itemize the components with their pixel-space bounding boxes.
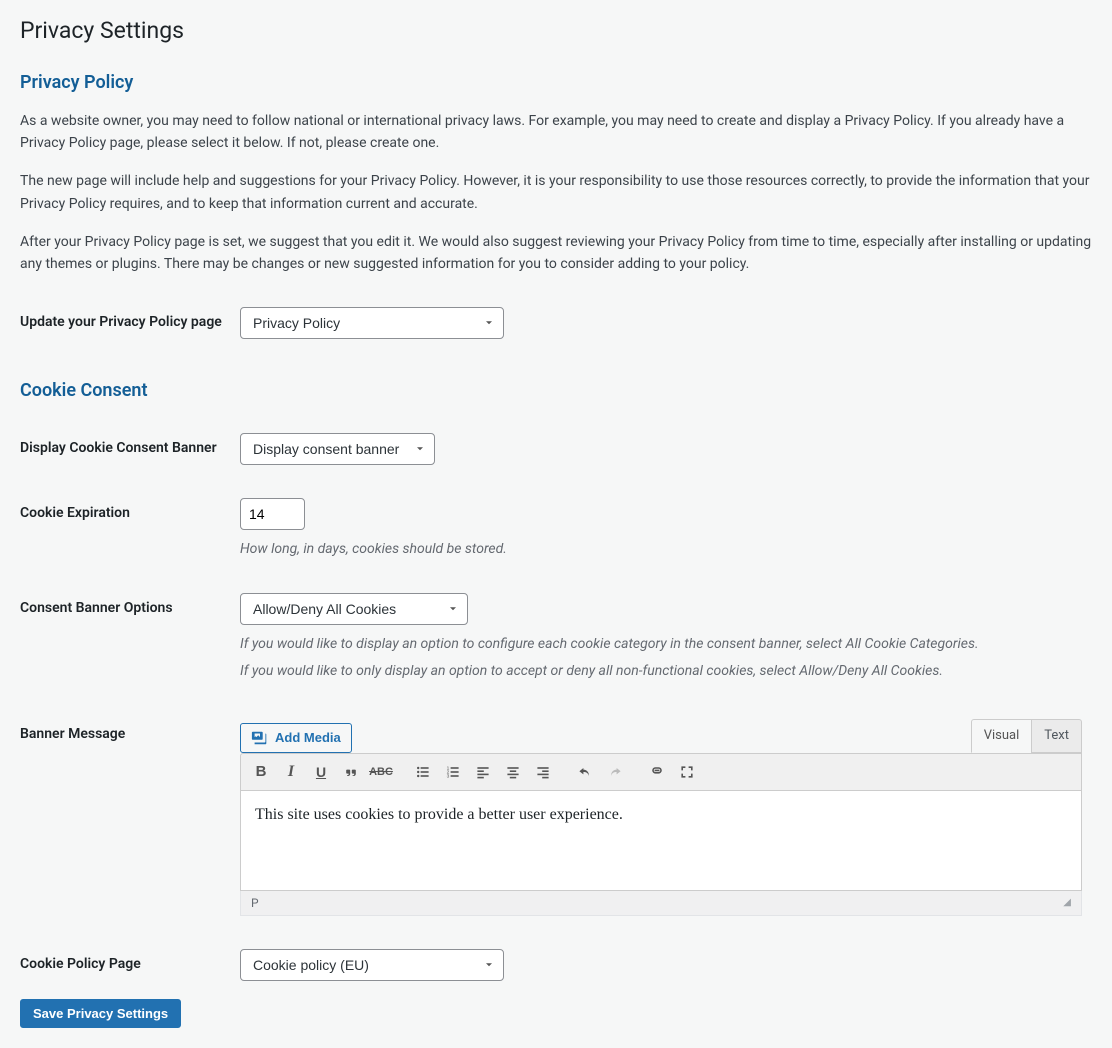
fullscreen-button[interactable] xyxy=(673,758,701,786)
align-center-button[interactable] xyxy=(499,758,527,786)
editor-textarea[interactable]: This site uses cookies to provide a bett… xyxy=(240,791,1082,891)
quote-icon xyxy=(343,763,359,781)
tab-visual[interactable]: Visual xyxy=(971,719,1033,753)
redo-button[interactable] xyxy=(601,758,629,786)
bullet-list-icon xyxy=(415,763,431,781)
italic-button[interactable]: I xyxy=(277,758,305,786)
cookie-consent-heading: Cookie Consent xyxy=(20,377,1092,404)
bold-button[interactable]: B xyxy=(247,758,275,786)
blockquote-button[interactable] xyxy=(337,758,365,786)
fullscreen-icon xyxy=(679,763,695,781)
page-title: Privacy Settings xyxy=(20,10,1092,53)
underline-button[interactable]: U xyxy=(307,758,335,786)
bullet-list-button[interactable] xyxy=(409,758,437,786)
privacy-intro-3: After your Privacy Policy page is set, w… xyxy=(20,231,1092,276)
privacy-policy-heading: Privacy Policy xyxy=(20,69,1092,96)
align-center-icon xyxy=(505,763,521,781)
cookie-expiration-label: Cookie Expiration xyxy=(20,483,240,578)
display-banner-label: Display Cookie Consent Banner xyxy=(20,418,240,483)
tab-text[interactable]: Text xyxy=(1031,719,1082,753)
align-left-button[interactable] xyxy=(469,758,497,786)
privacy-intro-2: The new page will include help and sugge… xyxy=(20,170,1092,215)
link-icon xyxy=(649,763,665,781)
cookie-policy-page-label: Cookie Policy Page xyxy=(20,934,240,999)
number-list-button[interactable]: 123 xyxy=(439,758,467,786)
banner-message-label: Banner Message xyxy=(20,704,240,934)
editor-toolbar: B I U ABC 123 xyxy=(240,753,1082,791)
number-list-icon: 123 xyxy=(445,763,461,781)
media-icon xyxy=(251,729,269,747)
resize-grip-icon[interactable]: ◢ xyxy=(1063,895,1071,910)
privacy-intro-1: As a website owner, you may need to foll… xyxy=(20,110,1092,155)
update-privacy-label: Update your Privacy Policy page xyxy=(20,292,240,357)
editor-path: P xyxy=(251,894,259,912)
consent-options-label: Consent Banner Options xyxy=(20,578,240,704)
cookie-policy-page-select[interactable]: Cookie policy (EU) xyxy=(240,949,504,981)
save-privacy-settings-button[interactable]: Save Privacy Settings xyxy=(20,999,181,1028)
redo-icon xyxy=(607,763,623,781)
consent-options-desc-1: If you would like to display an option t… xyxy=(240,633,1082,655)
consent-options-select[interactable]: Allow/Deny All Cookies xyxy=(240,593,468,625)
cookie-expiration-desc: How long, in days, cookies should be sto… xyxy=(240,538,1082,560)
align-right-button[interactable] xyxy=(529,758,557,786)
consent-options-desc-2: If you would like to only display an opt… xyxy=(240,660,1082,682)
link-button[interactable] xyxy=(643,758,671,786)
undo-button[interactable] xyxy=(571,758,599,786)
svg-text:3: 3 xyxy=(447,773,450,779)
editor-tabs: Visual Text xyxy=(972,719,1082,753)
strikethrough-button[interactable]: ABC xyxy=(367,758,395,786)
align-left-icon xyxy=(475,763,491,781)
display-banner-select[interactable]: Display consent banner xyxy=(240,433,435,465)
add-media-button[interactable]: Add Media xyxy=(240,723,352,753)
undo-icon xyxy=(577,763,593,781)
privacy-page-select[interactable]: Privacy Policy xyxy=(240,307,504,339)
align-right-icon xyxy=(535,763,551,781)
cookie-expiration-input[interactable] xyxy=(240,498,305,530)
